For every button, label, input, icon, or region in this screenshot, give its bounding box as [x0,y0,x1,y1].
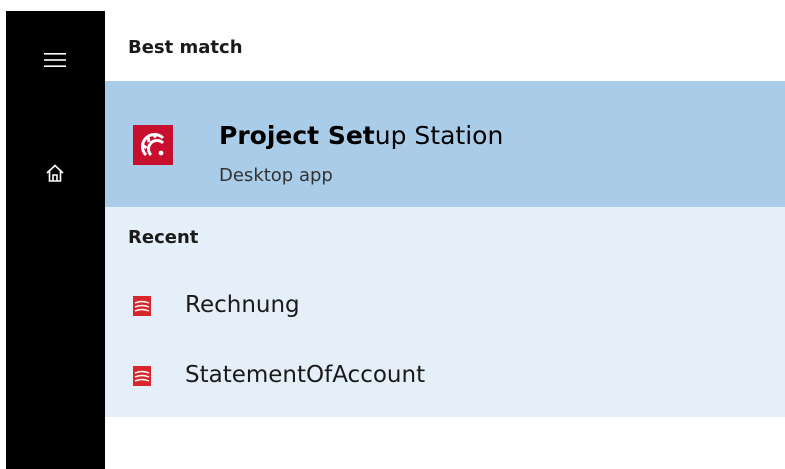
recent-item-label: StatementOfAccount [185,362,426,388]
sidebar [6,11,105,469]
app-name: Project Setup Station [219,121,503,150]
gear-app-icon [133,125,173,165]
recent-item-statementofaccount[interactable]: StatementOfAccount [105,346,785,410]
recent-header: Recent [128,227,199,248]
best-match-item[interactable]: Project Setup Station Desktop app [105,81,785,207]
document-icon [133,366,151,386]
home-button[interactable] [33,153,77,193]
app-name-match: Project Set [219,121,375,150]
home-icon [46,164,64,182]
hamburger-icon [44,53,66,67]
recent-section: Recent Rechnung StatementOfAccount [105,207,785,417]
document-icon [133,296,151,316]
recent-item-rechnung[interactable]: Rechnung [105,276,785,340]
best-match-header: Best match [128,37,243,58]
app-type-label: Desktop app [219,165,333,186]
menu-button[interactable] [33,43,77,77]
search-results-window: Best match Project Setup Station Desktop… [0,0,785,469]
results-panel: Best match Project Setup Station Desktop… [105,11,785,469]
app-name-rest: up Station [374,121,504,150]
recent-item-label: Rechnung [185,292,300,318]
